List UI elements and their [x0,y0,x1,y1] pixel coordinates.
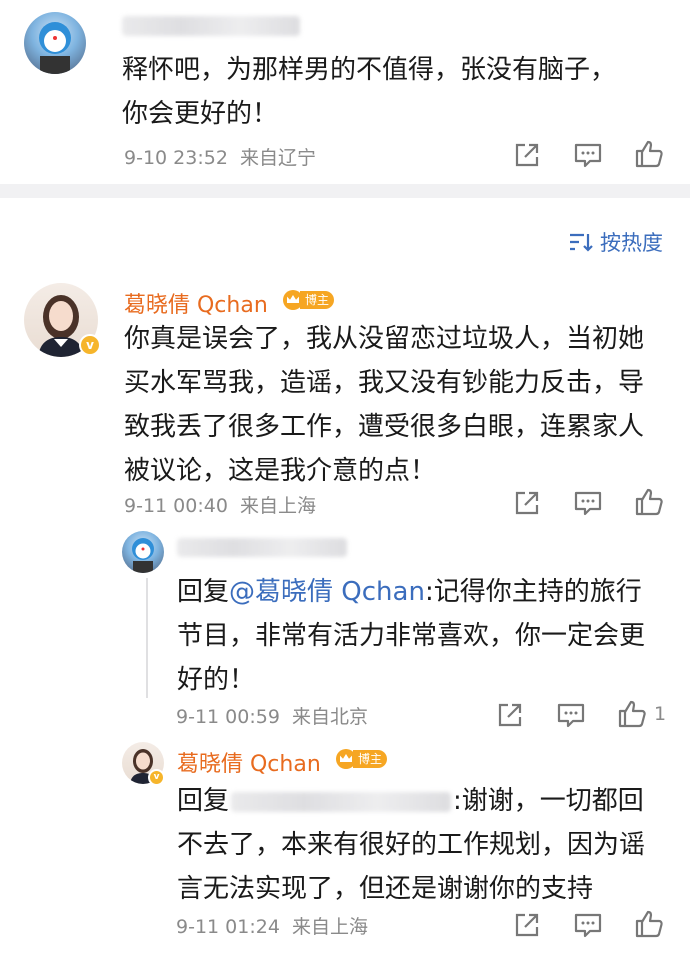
comment-text-line: 被议论，这是我介意的点！ [124,456,437,486]
sort-label: 按热度 [600,231,663,255]
comment-location: 来自上海 [239,495,316,517]
reply-text-line: 节目，非常有活力非常喜欢，你一定会更 [177,621,646,651]
comment-text-line: 释怀吧，为那样男的不值得，张没有脑子， [122,55,617,85]
comment-text: 释怀吧，为那样男的不值得，张没有脑子， 你会更好的！ [122,48,616,136]
avatar[interactable] [24,12,86,74]
thread-line [146,578,148,698]
reply-location: 来自北京 [291,706,368,728]
reply-prefix: 回复 [177,577,230,607]
comment-meta: 9-10 23:52 来自辽宁 [124,143,316,170]
avatar[interactable] [122,531,164,573]
reply-text-line: 不去了，本来有很好的工作规划，因为谣 [177,830,646,860]
blogger-badge: 博主 [336,748,388,770]
author-name[interactable]: 葛晓倩 Qchan [177,746,321,778]
reply-meta: 9-11 00:59 来自北京 [176,702,368,729]
comment-icon[interactable] [573,488,603,518]
blurred-username [122,16,300,36]
reply-text-line: 好的！ [177,665,256,695]
comment-icon[interactable] [556,700,586,730]
comment-text-line: 买水军骂我，造谣，我又没有钞能力反击，导 [124,368,645,398]
like-icon[interactable] [617,698,647,728]
verified-badge-icon: v [79,334,101,356]
blurred-username [177,538,347,557]
comment-text-line: 你会更好的！ [122,99,279,129]
reply-location: 来自上海 [291,916,368,938]
reply-meta: 9-11 01:24 来自上海 [176,912,368,939]
reply-text-line: :谢谢，一切都回 [453,786,644,816]
comment-icon[interactable] [573,910,603,940]
author-name[interactable]: 葛晓倩 Qchan [124,287,268,319]
blogger-badge-label: 博主 [300,291,335,309]
doraemon-avatar-icon [39,22,71,74]
reply-text: 回复@葛晓倩 Qchan:记得你主持的旅行 节目，非常有活力非常喜欢，你一定会更… [177,570,645,702]
blogger-badge-label: 博主 [353,750,388,768]
share-icon[interactable] [512,488,542,518]
comment-text: 你真是误会了，我从没留恋过垃圾人，当初她 买水军骂我，造谣，我又没有钞能力反击，… [124,317,644,493]
crown-icon [336,749,356,769]
sort-button[interactable]: 按热度 [568,227,663,257]
like-icon[interactable] [634,908,664,938]
reply-time: 9-11 00:59 [176,706,280,728]
like-icon[interactable] [634,138,664,168]
blurred-mention [231,791,452,812]
comment-text-line: 你真是误会了，我从没留恋过垃圾人，当初她 [124,324,645,354]
reply-text: 回复 :谢谢，一切都回 不去了，本来有很好的工作规划，因为谣 言无法实现了，但还是… [177,779,645,911]
comment-icon[interactable] [573,140,603,170]
blogger-badge: 博主 [283,289,335,311]
mention-link[interactable]: @葛晓倩 Qchan [229,577,425,607]
reply-time: 9-11 01:24 [176,916,280,938]
sort-icon [570,233,593,252]
verified-badge-icon: v [148,769,165,786]
share-icon[interactable] [512,910,542,940]
reply-text-line: :记得你主持的旅行 [424,577,642,607]
section-divider [0,184,690,198]
crown-icon [283,290,303,310]
comment-text-line: 致我丢了很多工作，遭受很多白眼，连累家人 [124,412,645,442]
like-count: 1 [654,703,667,725]
share-icon[interactable] [495,700,525,730]
comment-time: 9-10 23:52 [124,147,228,169]
reply-prefix: 回复 [177,786,230,816]
comment-time: 9-11 00:40 [124,495,228,517]
reply-text-line: 言无法实现了，但还是谢谢你的支持 [177,874,594,904]
share-icon[interactable] [512,140,542,170]
like-icon[interactable] [634,486,664,516]
comment-location: 来自辽宁 [239,147,316,169]
comment-meta: 9-11 00:40 来自上海 [124,491,316,518]
doraemon-avatar-icon [132,538,154,573]
